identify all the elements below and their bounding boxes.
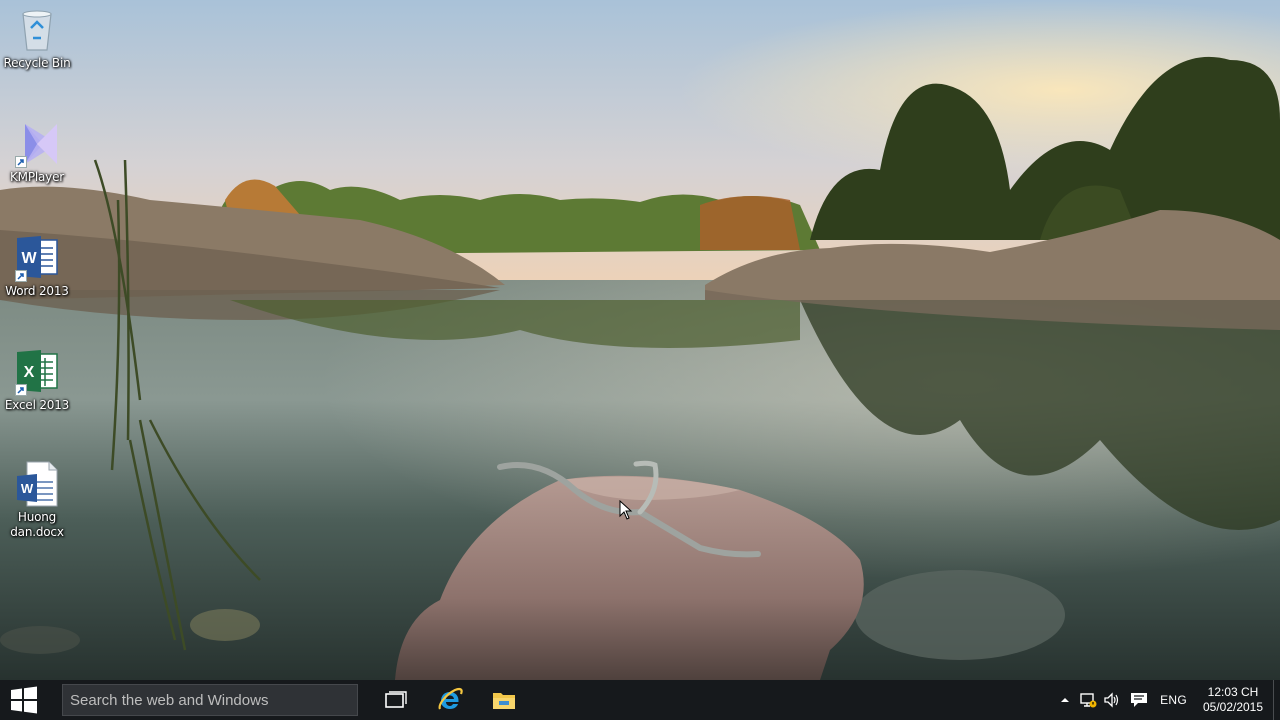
search-box[interactable] [62,684,358,716]
action-center-button[interactable] [1124,680,1154,720]
desktop-icon-label: Recycle Bin [3,56,71,70]
word-icon: W [13,234,61,282]
volume-icon [1104,692,1119,708]
shortcut-arrow-icon [15,270,27,282]
desktop-icon-label: Huong dan.docx [10,510,64,539]
shortcut-arrow-icon [15,384,27,396]
desktop-icon-word[interactable]: W Word 2013 [0,234,74,299]
desktop-icon-label: Excel 2013 [4,398,70,412]
desktop-icon-recycle-bin[interactable]: Recycle Bin [0,6,74,71]
file-explorer-icon [493,693,515,709]
internet-explorer-button[interactable] [423,680,477,720]
desktop-icon-excel[interactable]: X Excel 2013 [0,348,74,413]
start-button[interactable] [0,680,48,720]
task-view-button[interactable] [369,680,423,720]
internet-explorer-icon [438,687,463,710]
svg-text:W: W [21,481,34,496]
excel-icon: X [13,348,61,396]
svg-text:W: W [21,250,37,267]
desktop-icon-kmplayer[interactable]: KMPlayer [0,120,74,185]
windows-logo-icon [11,686,37,714]
input-language-indicator[interactable]: ENG [1154,680,1193,720]
kmplayer-icon [13,120,61,168]
show-hidden-icons-button[interactable] [1054,680,1076,720]
file-explorer-button[interactable] [477,680,531,720]
recycle-bin-icon [13,6,61,54]
clock[interactable]: 12:03 CH 05/02/2015 [1193,680,1273,720]
desktop-icon-huong-dan-docx[interactable]: W Huong dan.docx [0,460,74,540]
clock-time: 12:03 CH [1207,685,1259,699]
desktop-wallpaper [0,0,1280,680]
action-center-icon [1131,693,1148,707]
system-tray: ENG 12:03 CH 05/02/2015 [1054,680,1280,720]
chevron-up-icon [1061,698,1070,702]
search-input[interactable] [63,690,357,710]
taskbar: ENG 12:03 CH 05/02/2015 [0,680,1280,720]
volume-button[interactable] [1100,680,1124,720]
network-button[interactable] [1076,680,1100,720]
task-view-icon [385,691,407,708]
desktop-icon-label: Word 2013 [5,284,69,298]
desktop-icon-label: KMPlayer [10,170,64,184]
show-desktop-button[interactable] [1273,680,1280,720]
shortcut-arrow-icon [15,156,27,168]
svg-text:X: X [24,364,35,381]
word-document-icon: W [13,460,61,508]
clock-date: 05/02/2015 [1202,700,1264,714]
network-icon [1080,693,1097,708]
